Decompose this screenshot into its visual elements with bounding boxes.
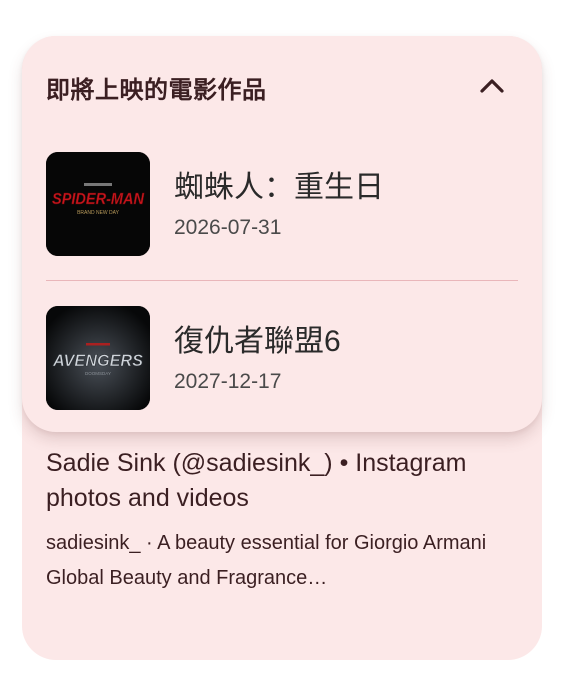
svg-text:BRAND NEW DAY: BRAND NEW DAY xyxy=(77,210,120,216)
svg-text:DOOMSDAY: DOOMSDAY xyxy=(85,371,111,376)
movie-date: 2027-12-17 xyxy=(174,370,282,393)
movie-date: 2026-07-31 xyxy=(174,216,282,239)
movie-title: 蜘蛛人：重生日 xyxy=(174,171,384,204)
svg-text:AVENGERS: AVENGERS xyxy=(52,351,144,370)
panel-title: 即將上映的電影作品 xyxy=(46,77,267,104)
upcoming-movies-panel: 即將上映的電影作品 SPIDER-MAN BRAND NEW DAY 蜘蛛人：重… xyxy=(22,36,542,432)
result-snippet: sadiesink_ · A beauty essential for Gior… xyxy=(46,532,487,589)
movie-title: 復仇者聯盟6 xyxy=(174,325,341,358)
svg-text:SPIDER-MAN: SPIDER-MAN xyxy=(52,191,144,208)
search-result: Sadie Sink (@sadiesink_) • Instagram pho… xyxy=(46,446,526,596)
movie-item[interactable]: AVENGERS DOOMSDAY 復仇者聯盟6 2027-12-17 xyxy=(46,304,518,414)
avengers-poster-icon: AVENGERS DOOMSDAY xyxy=(46,306,150,410)
result-title-link[interactable]: Sadie Sink (@sadiesink_) • Instagram pho… xyxy=(46,446,526,516)
collapse-button[interactable] xyxy=(476,70,508,102)
panel-header: 即將上映的電影作品 xyxy=(46,66,518,106)
movie-item[interactable]: SPIDER-MAN BRAND NEW DAY 蜘蛛人：重生日 2026-07… xyxy=(46,150,518,260)
chevron-up-icon xyxy=(480,79,504,93)
spider-man-poster-icon: SPIDER-MAN BRAND NEW DAY xyxy=(46,152,150,256)
divider xyxy=(46,280,518,281)
